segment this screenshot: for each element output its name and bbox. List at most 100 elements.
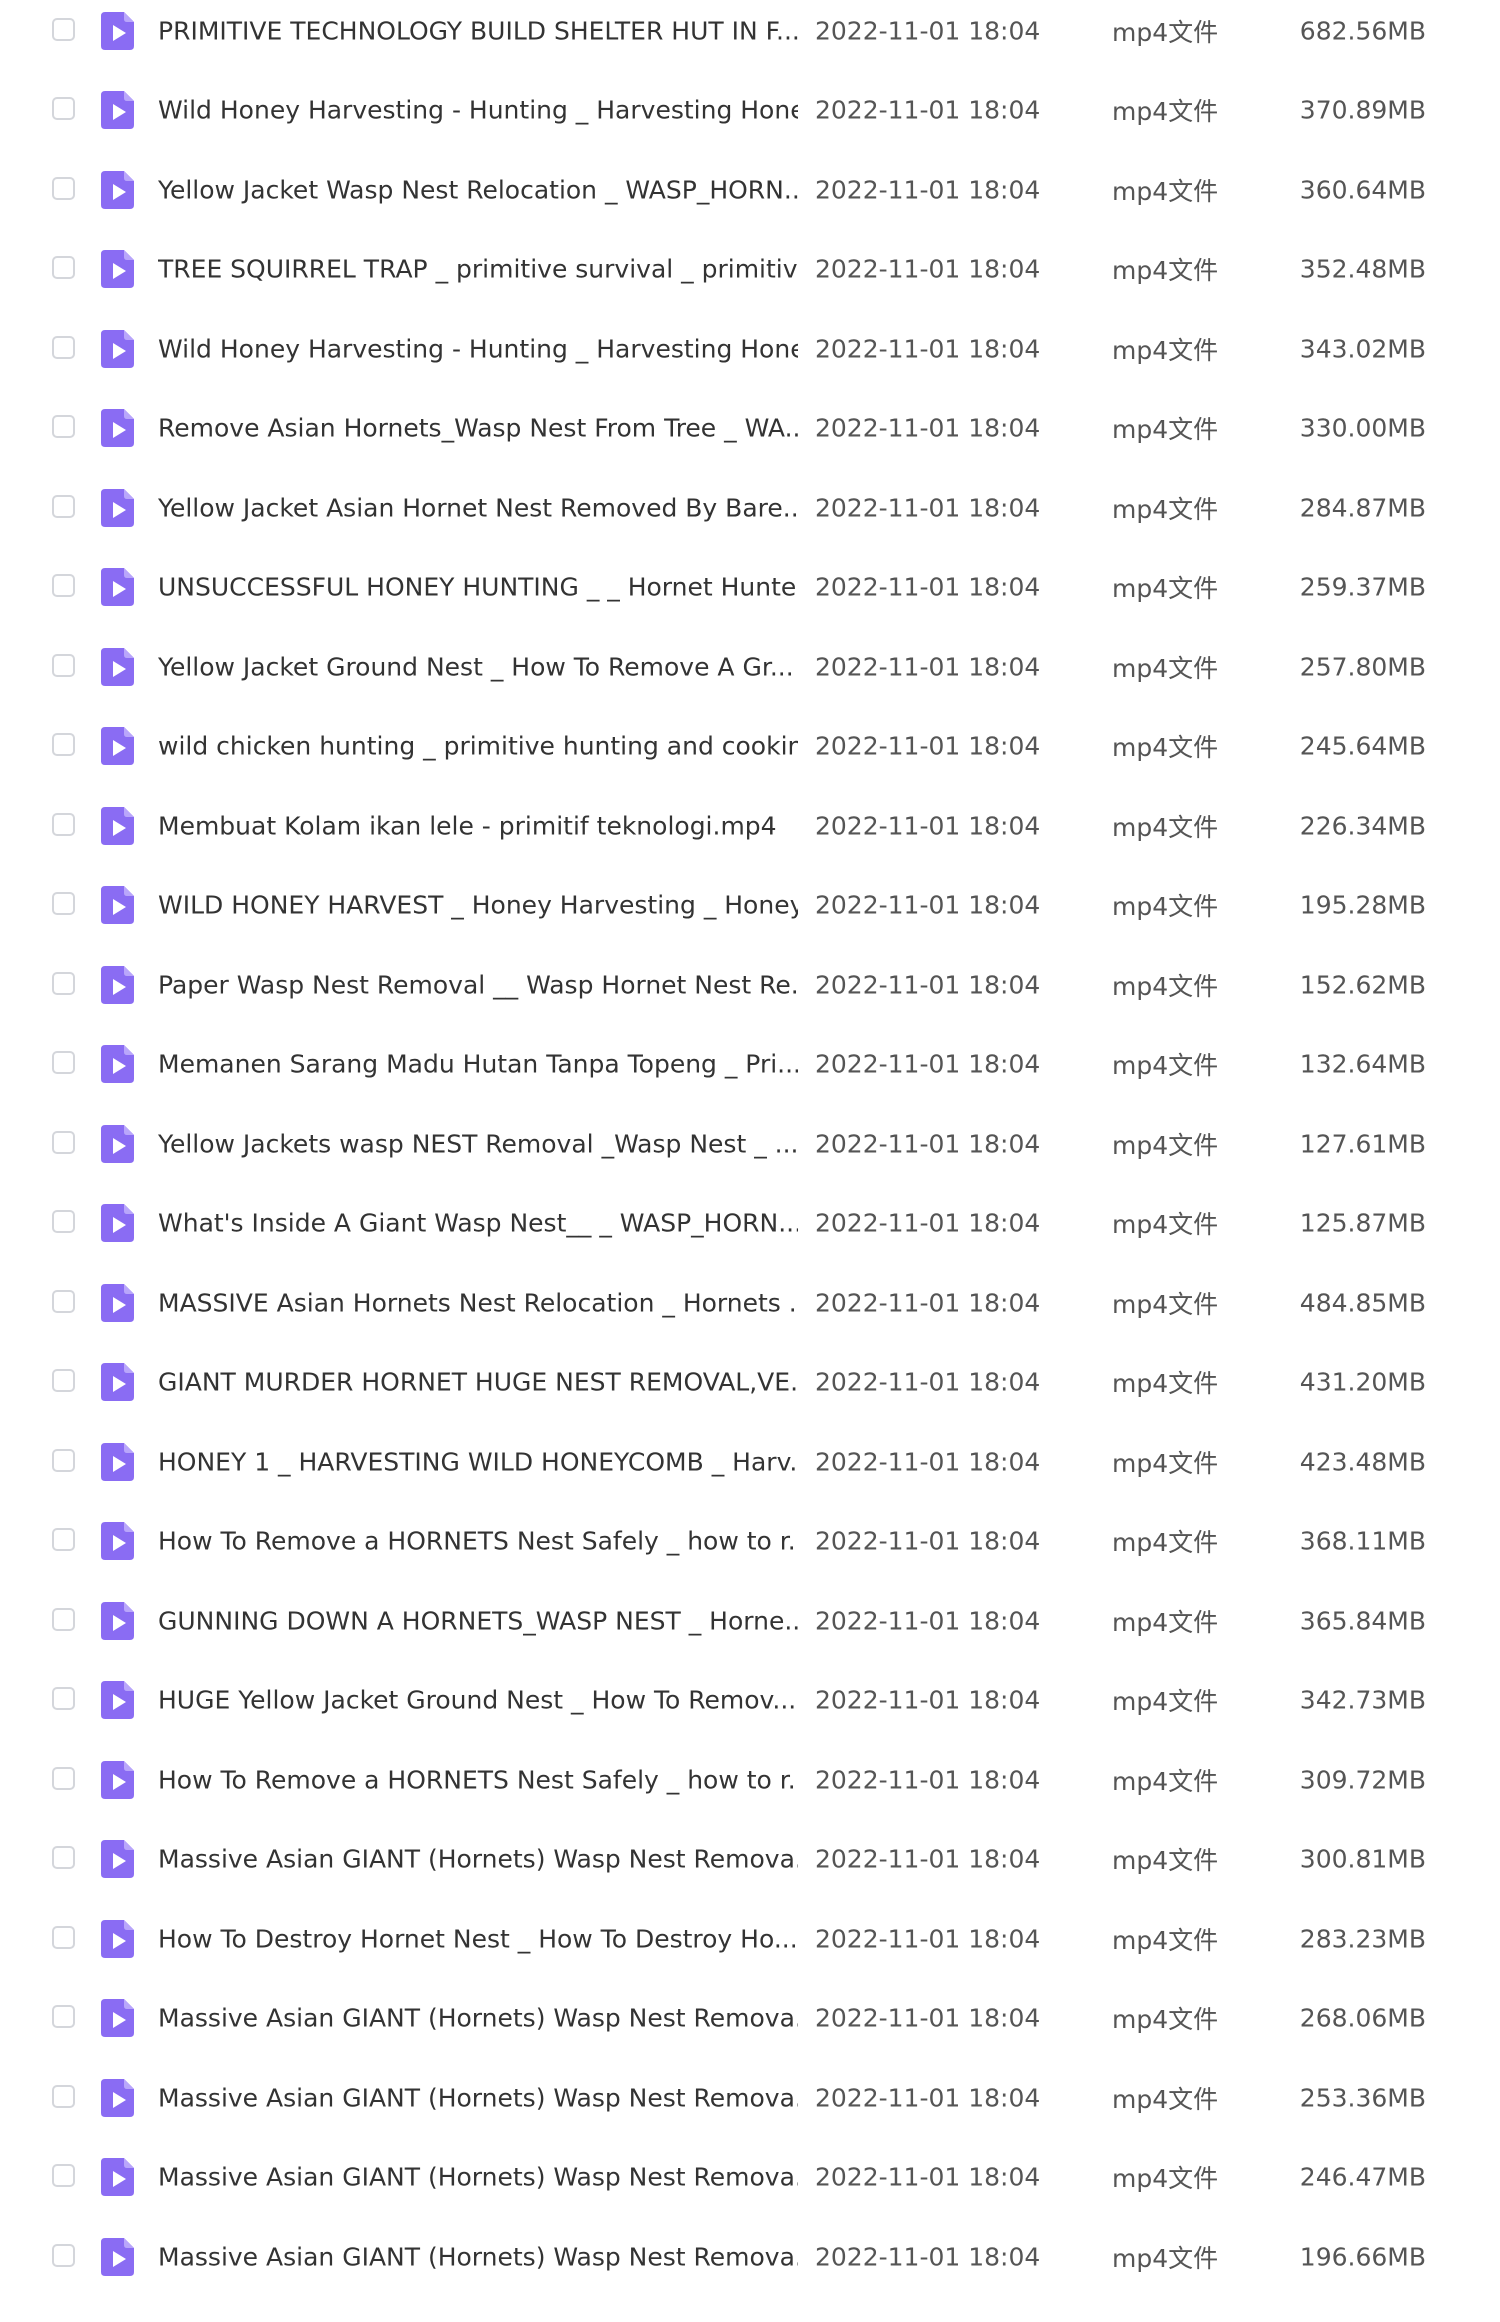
row-checkbox[interactable] [52,176,75,200]
file-row[interactable]: Yellow Jacket Ground Nest _ How To Remov… [0,627,1500,707]
file-row[interactable]: PRIMITIVE TECHNOLOGY BUILD SHELTER HUT I… [0,0,1500,71]
file-name[interactable]: Yellow Jackets wasp NEST Removal _Wasp N… [158,1129,798,1158]
file-row[interactable]: Wild Honey Harvesting - Hunting _ Harves… [0,71,1500,151]
file-name[interactable]: Paper Wasp Nest Removal __ Wasp Hornet N… [158,970,798,999]
file-row[interactable]: Massive Asian GIANT (Hornets) Wasp Nest … [0,1820,1500,1900]
video-file-icon [101,647,134,686]
file-row[interactable]: How To Destroy Hornet Nest _ How To Dest… [0,1899,1500,1979]
file-name[interactable]: Massive Asian GIANT (Hornets) Wasp Nest … [158,2004,798,2033]
row-checkbox[interactable] [52,653,75,677]
file-size: 259.37MB [1299,572,1426,602]
file-name[interactable]: Wild Honey Harvesting - Hunting _ Harves… [158,96,798,125]
row-checkbox[interactable] [52,2005,75,2029]
row-checkbox[interactable] [52,971,75,995]
row-checkbox[interactable] [52,1846,75,1870]
file-name[interactable]: GIANT MURDER HORNET HUGE NEST REMOVAL,VE… [158,1368,798,1397]
row-checkbox[interactable] [52,574,75,598]
file-row[interactable]: Yellow Jacket Asian Hornet Nest Removed … [0,468,1500,548]
video-file-icon [101,806,134,845]
file-name[interactable]: TREE SQUIRREL TRAP _ primitive survival … [158,255,798,284]
row-checkbox[interactable] [52,1766,75,1790]
file-row[interactable]: HONEY 1 _ HARVESTING WILD HONEYCOMB _ Ha… [0,1422,1500,1502]
file-name[interactable]: PRIMITIVE TECHNOLOGY BUILD SHELTER HUT I… [158,16,798,45]
file-name[interactable]: WILD HONEY HARVEST _ Honey Harvesting _ … [158,891,798,920]
row-checkbox[interactable] [52,892,75,916]
video-file-icon [101,1840,134,1879]
file-modified-date: 2022-11-01 18:04 [815,413,1041,443]
file-modified-date: 2022-11-01 18:04 [815,95,1041,125]
row-checkbox[interactable] [52,1925,75,1949]
file-row[interactable]: Memanen Sarang Madu Hutan Tanpa Topeng _… [0,1025,1500,1105]
file-row[interactable]: How To Remove a HORNETS Nest Safely _ ho… [0,1740,1500,1820]
file-name[interactable]: How To Remove a HORNETS Nest Safely _ ho… [158,1527,798,1556]
file-row[interactable]: Wild Honey Harvesting - Hunting _ Harves… [0,309,1500,389]
row-checkbox[interactable] [52,415,75,439]
file-modified-date: 2022-11-01 18:04 [815,493,1041,523]
row-checkbox[interactable] [52,1210,75,1234]
file-row[interactable]: Paper Wasp Nest Removal __ Wasp Hornet N… [0,945,1500,1025]
row-checkbox[interactable] [52,17,75,41]
file-row[interactable]: Yellow Jackets wasp NEST Removal _Wasp N… [0,1104,1500,1184]
file-name[interactable]: MASSIVE Asian Hornets Nest Relocation _ … [158,1288,798,1317]
video-file-icon [101,91,134,130]
file-name[interactable]: Massive Asian GIANT (Hornets) Wasp Nest … [158,2163,798,2192]
file-name[interactable]: Memanen Sarang Madu Hutan Tanpa Topeng _… [158,1050,798,1079]
file-name[interactable]: HONEY 1 _ HARVESTING WILD HONEYCOMB _ Ha… [158,1447,798,1476]
file-row[interactable]: WILD HONEY HARVEST _ Honey Harvesting _ … [0,866,1500,946]
file-row[interactable]: Massive Asian GIANT (Hornets) Wasp Nest … [0,1979,1500,2059]
row-checkbox[interactable] [52,256,75,280]
file-name[interactable]: wild chicken hunting _ primitive hunting… [158,732,798,761]
row-checkbox[interactable] [52,1289,75,1313]
file-name[interactable]: Yellow Jacket Ground Nest _ How To Remov… [158,652,798,681]
file-row[interactable]: Yellow Jacket Wasp Nest Relocation _ WAS… [0,150,1500,230]
file-row[interactable]: GIANT MURDER HORNET HUGE NEST REMOVAL,VE… [0,1343,1500,1423]
row-checkbox[interactable] [52,1448,75,1472]
file-row[interactable]: Massive Asian GIANT (Hornets) Wasp Nest … [0,2058,1500,2138]
file-row[interactable]: Remove Asian Hornets_Wasp Nest From Tree… [0,389,1500,469]
row-checkbox[interactable] [52,2084,75,2108]
row-checkbox[interactable] [52,494,75,518]
row-checkbox[interactable] [52,812,75,836]
file-name[interactable]: GUNNING DOWN A HORNETS_WASP NEST _ Horne… [158,1606,798,1635]
row-checkbox[interactable] [52,2243,75,2267]
file-row[interactable]: GUNNING DOWN A HORNETS_WASP NEST _ Horne… [0,1581,1500,1661]
file-name[interactable]: UNSUCCESSFUL HONEY HUNTING _ _ Hornet Hu… [158,573,798,602]
row-checkbox[interactable] [52,335,75,359]
file-row[interactable]: Massive Asian GIANT (Hornets) Wasp Nest … [0,2138,1500,2218]
file-name[interactable]: Yellow Jacket Wasp Nest Relocation _ WAS… [158,175,798,204]
file-name[interactable]: Yellow Jacket Asian Hornet Nest Removed … [158,493,798,522]
row-checkbox[interactable] [52,1528,75,1552]
file-name[interactable]: What's Inside A Giant Wasp Nest__ _ WASP… [158,1209,798,1238]
file-name[interactable]: Remove Asian Hornets_Wasp Nest From Tree… [158,414,798,443]
file-type: mp4文件 [1112,176,1219,206]
file-name[interactable]: Wild Honey Harvesting - Hunting _ Harves… [158,334,798,363]
row-checkbox[interactable] [52,733,75,757]
file-name[interactable]: Massive Asian GIANT (Hornets) Wasp Nest … [158,1845,798,1874]
file-name[interactable]: Membuat Kolam ikan lele - primitif tekno… [158,811,798,840]
file-row[interactable]: How To Remove a HORNETS Nest Safely _ ho… [0,1502,1500,1582]
file-row[interactable]: HUGE Yellow Jacket Ground Nest _ How To … [0,1661,1500,1741]
file-modified-date: 2022-11-01 18:04 [815,1208,1041,1238]
file-row[interactable]: Membuat Kolam ikan lele - primitif tekno… [0,786,1500,866]
file-row[interactable]: What's Inside A Giant Wasp Nest__ _ WASP… [0,1184,1500,1264]
row-checkbox[interactable] [52,2164,75,2188]
file-name[interactable]: How To Destroy Hornet Nest _ How To Dest… [158,1924,798,1953]
row-checkbox[interactable] [52,97,75,121]
file-row[interactable]: UNSUCCESSFUL HONEY HUNTING _ _ Hornet Hu… [0,548,1500,628]
row-checkbox[interactable] [52,1051,75,1075]
row-checkbox[interactable] [52,1130,75,1154]
file-name[interactable]: Massive Asian GIANT (Hornets) Wasp Nest … [158,2083,798,2112]
file-name[interactable]: Massive Asian GIANT (Hornets) Wasp Nest … [158,2242,798,2271]
file-row[interactable]: TREE SQUIRREL TRAP _ primitive survival … [0,230,1500,310]
file-row[interactable]: MASSIVE Asian Hornets Nest Relocation _ … [0,1263,1500,1343]
file-row[interactable]: Massive Asian GIANT (Hornets) Wasp Nest … [0,2217,1500,2297]
row-checkbox[interactable] [52,1607,75,1631]
video-file-icon [101,250,134,289]
file-size: 370.89MB [1299,95,1426,125]
row-checkbox[interactable] [52,1687,75,1711]
file-row[interactable]: wild chicken hunting _ primitive hunting… [0,707,1500,787]
file-name[interactable]: HUGE Yellow Jacket Ground Nest _ How To … [158,1686,798,1715]
file-modified-date: 2022-11-01 18:04 [815,16,1041,46]
row-checkbox[interactable] [52,1369,75,1393]
file-name[interactable]: How To Remove a HORNETS Nest Safely _ ho… [158,1765,798,1794]
